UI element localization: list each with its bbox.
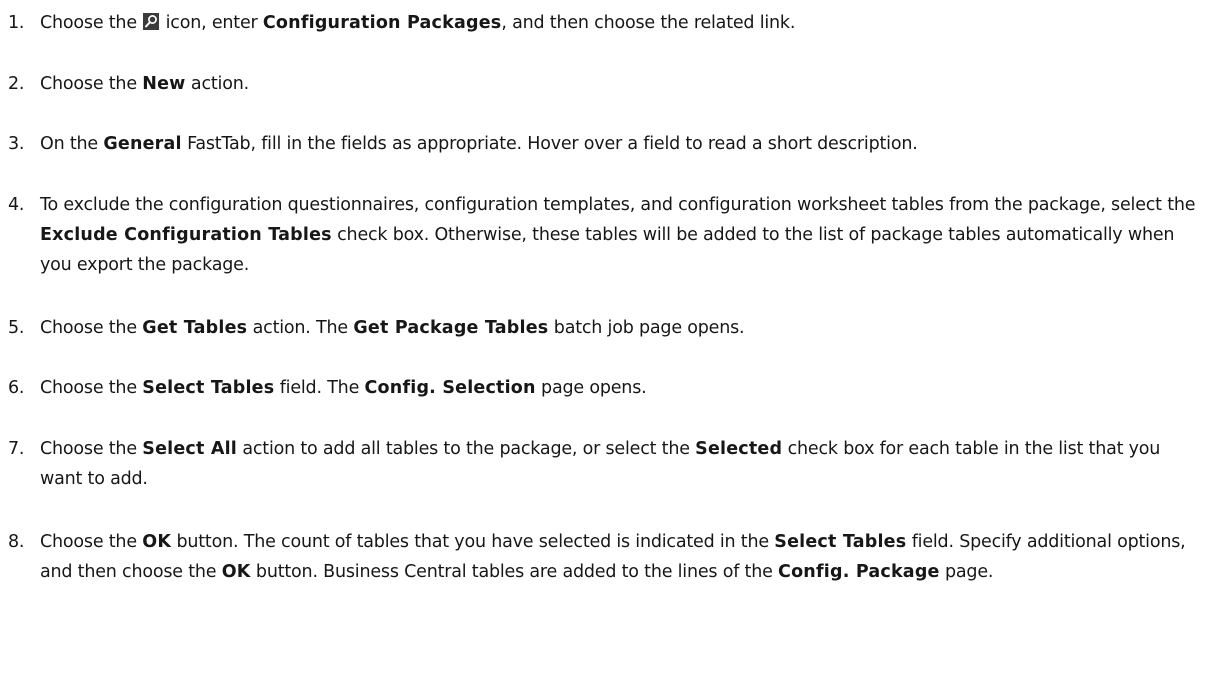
text-run: action. (185, 74, 249, 94)
text-run: FastTab, fill in the fields as appropria… (181, 134, 918, 154)
text-run: icon, enter (160, 13, 263, 33)
text-run: Choose the (40, 439, 143, 459)
text-run: Choose the (40, 13, 143, 33)
text-run: button. The count of tables that you hav… (171, 532, 775, 552)
text-run: page opens. (535, 378, 647, 398)
ui-term: Config. Package (778, 562, 940, 582)
text-run: Choose the (40, 318, 143, 338)
step-text: Choose the Select All action to add all … (40, 434, 1200, 494)
ui-term: Select Tables (142, 378, 275, 398)
text-run: Choose the (40, 74, 143, 94)
step-text: Choose the Select Tables field. The Conf… (40, 373, 1200, 403)
text-run: Choose the (40, 378, 143, 398)
ui-term: OK (221, 562, 251, 582)
ui-term: Configuration Packages (262, 13, 502, 33)
step-number: 4. (8, 195, 25, 215)
step-text: On the General FastTab, fill in the fiel… (40, 129, 1200, 159)
text-run: action. The (247, 318, 354, 338)
ui-term: Select Tables (774, 532, 907, 552)
text-run: Choose the (40, 532, 143, 552)
text-run: batch job page opens. (548, 318, 745, 338)
text-run: To exclude the configuration questionnai… (40, 195, 1196, 215)
ui-term: General (103, 134, 182, 154)
text-run: , and then choose the related link. (501, 13, 796, 33)
step-number: 7. (8, 439, 25, 459)
ui-term: Config. Selection (364, 378, 536, 398)
ui-term: OK (142, 532, 172, 552)
text-run: On the (40, 134, 104, 154)
step-number: 2. (8, 74, 25, 94)
step-text: Choose the icon, enter Configuration Pac… (40, 8, 1200, 38)
ui-term: Exclude Configuration Tables (40, 225, 332, 245)
ui-term: Select All (142, 439, 237, 459)
step-number: 1. (8, 13, 25, 33)
ui-term: Get Package Tables (353, 318, 549, 338)
text-run: action to add all tables to the package,… (236, 439, 696, 459)
text-run: field. The (274, 378, 365, 398)
step-number: 8. (8, 532, 25, 552)
ui-term: New (142, 74, 186, 94)
step-text: Choose the New action. (40, 69, 1200, 99)
search-icon (143, 10, 160, 30)
ui-term: Get Tables (142, 318, 248, 338)
step-number: 3. (8, 134, 25, 154)
step-text: Choose the OK button. The count of table… (40, 527, 1200, 587)
step-text: To exclude the configuration questionnai… (40, 190, 1200, 280)
text-run: button. Business Central tables are adde… (250, 562, 779, 582)
step-number: 5. (8, 318, 25, 338)
step-number: 6. (8, 378, 25, 398)
ui-term: Selected (695, 439, 783, 459)
text-run: page. (939, 562, 994, 582)
step-text: Choose the Get Tables action. The Get Pa… (40, 313, 1200, 343)
